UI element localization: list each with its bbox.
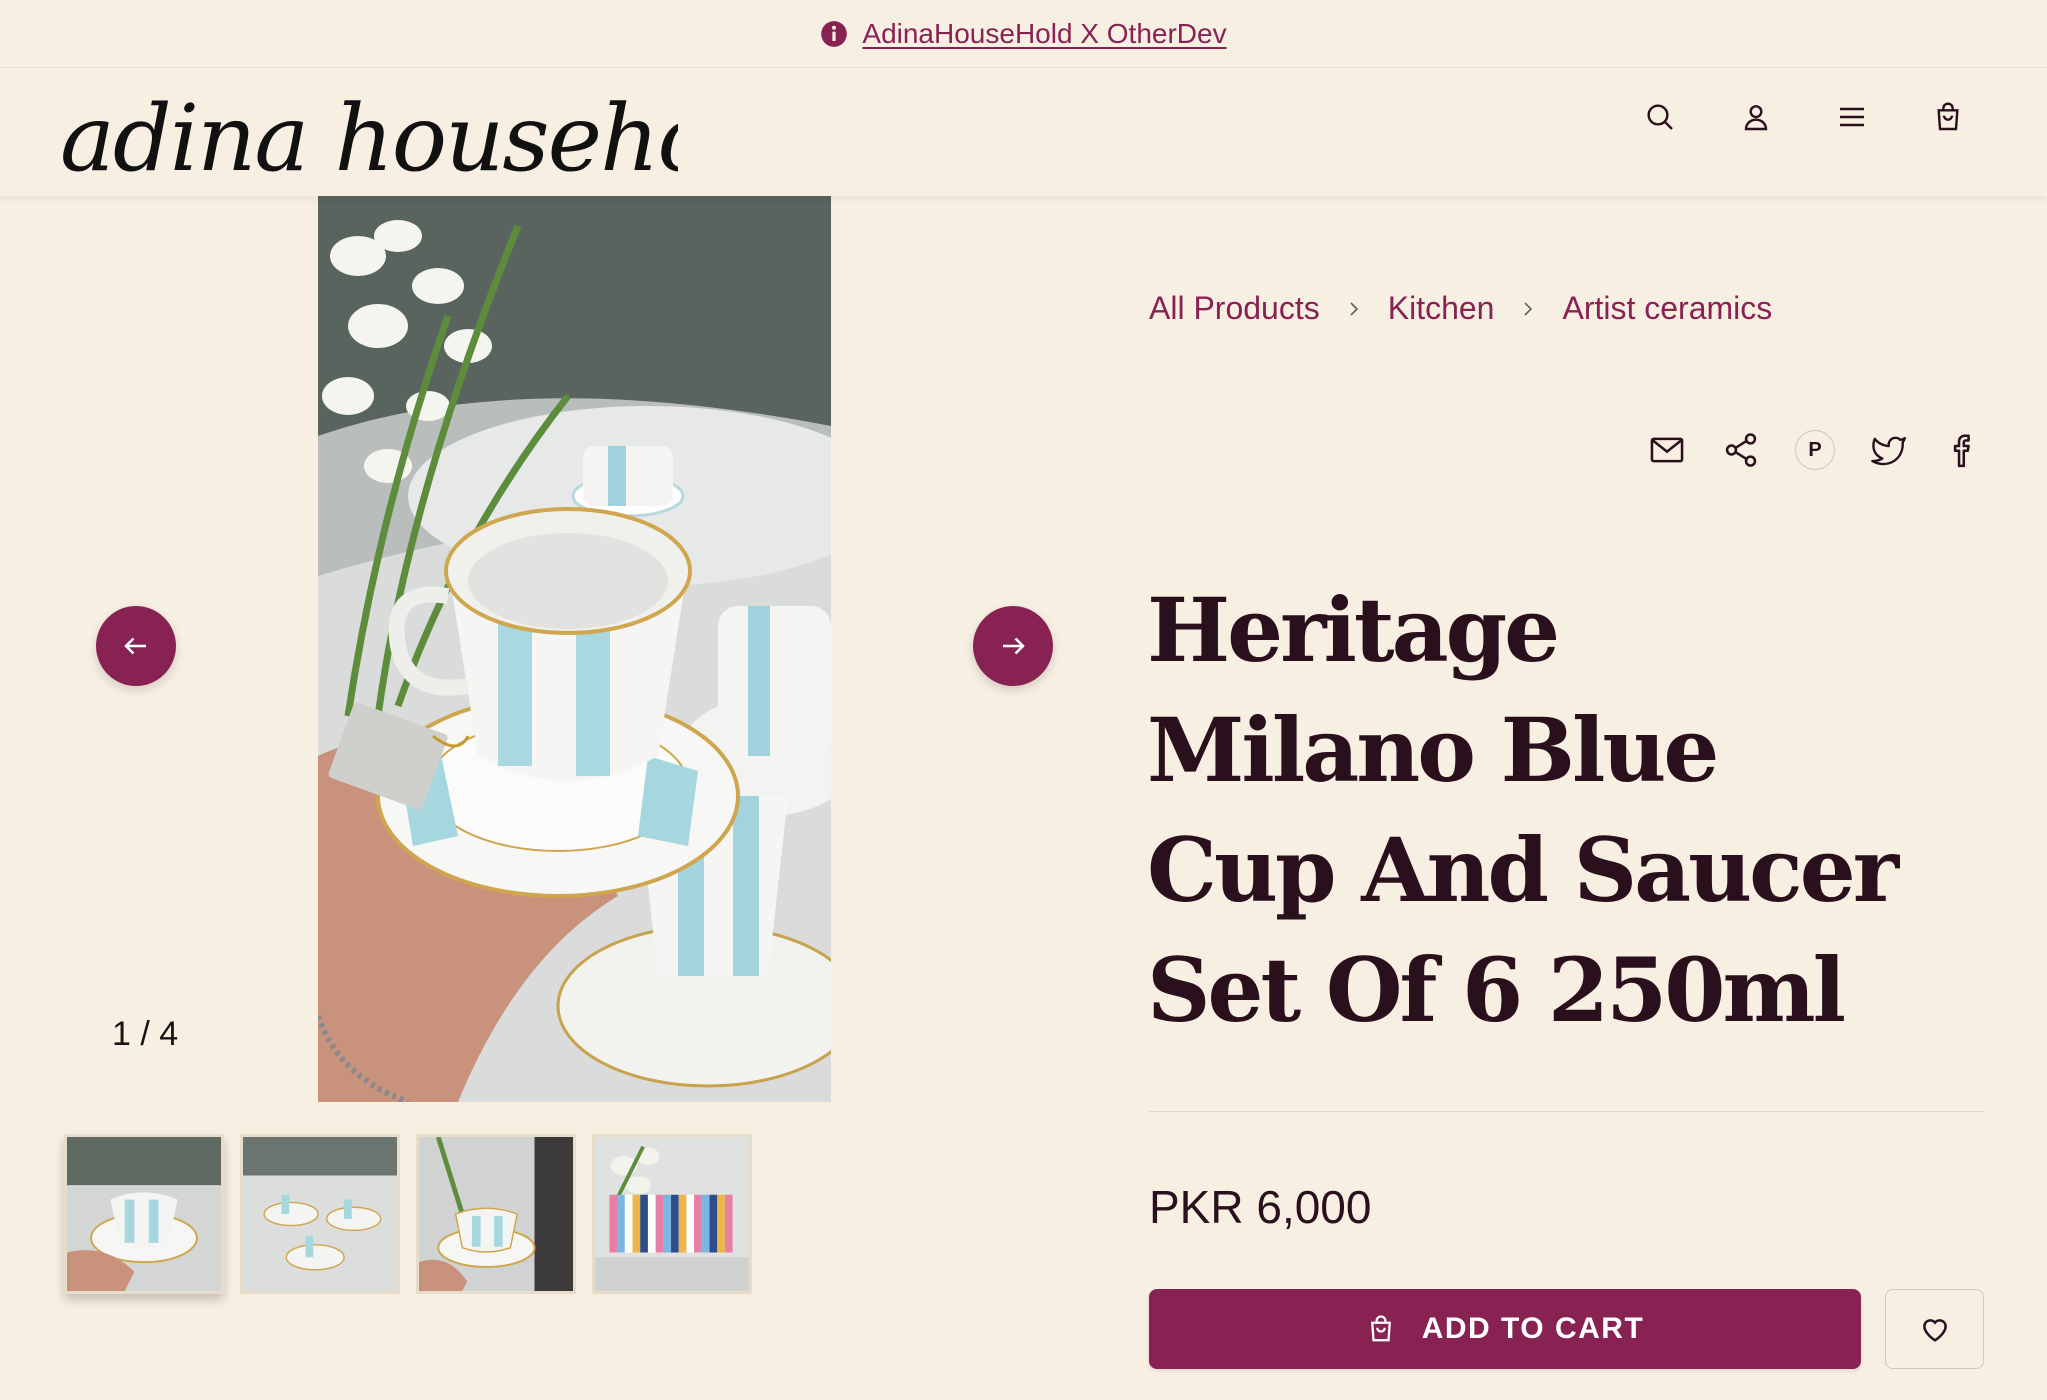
divider <box>1149 1111 1984 1112</box>
breadcrumb-artist-ceramics[interactable]: Artist ceramics <box>1562 290 1772 327</box>
thumbnail-strip <box>64 1134 752 1294</box>
product-title: Heritage Milano Blue Cup And Saucer Set … <box>1147 578 1899 1042</box>
logo-text: adina household <box>60 85 678 188</box>
email-icon[interactable] <box>1647 430 1687 470</box>
search-icon[interactable] <box>1641 98 1679 136</box>
thumbnail-4[interactable] <box>592 1134 752 1294</box>
cart-icon[interactable] <box>1929 98 1967 136</box>
product-photo <box>318 196 831 1102</box>
add-to-cart-button[interactable]: ADD TO CART <box>1149 1289 1861 1369</box>
account-icon[interactable] <box>1737 98 1775 136</box>
pinterest-letter: P <box>1795 430 1835 470</box>
share-icon[interactable] <box>1721 430 1761 470</box>
info-icon <box>820 20 848 48</box>
image-counter: 1 / 4 <box>112 1015 179 1053</box>
shopping-bag-icon <box>1366 1314 1396 1344</box>
share-icons: P <box>1647 430 1983 470</box>
breadcrumb-all-products[interactable]: All Products <box>1149 290 1320 327</box>
menu-icon[interactable] <box>1833 98 1871 136</box>
product-main-image[interactable] <box>318 196 831 1102</box>
breadcrumb: All Products Kitchen Artist ceramics <box>1149 290 1772 327</box>
pinterest-icon[interactable]: P <box>1795 430 1835 470</box>
chevron-right-icon <box>1346 301 1362 317</box>
thumbnail-1[interactable] <box>64 1134 224 1294</box>
next-image-button[interactable] <box>973 606 1053 686</box>
site-header: adina household <box>0 68 2047 196</box>
wishlist-button[interactable] <box>1885 1289 1984 1369</box>
twitter-icon[interactable] <box>1869 430 1909 470</box>
previous-image-button[interactable] <box>96 606 176 686</box>
header-icons <box>1641 98 1967 136</box>
announcement-link[interactable]: AdinaHouseHold X OtherDev <box>862 18 1226 50</box>
announcement-bar: AdinaHouseHold X OtherDev <box>0 0 2047 68</box>
add-to-cart-label: ADD TO CART <box>1421 1312 1645 1345</box>
thumbnail-2[interactable] <box>240 1134 400 1294</box>
product-price: PKR 6,000 <box>1149 1181 1372 1233</box>
chevron-right-icon <box>1520 301 1536 317</box>
brand-logo[interactable]: adina household <box>58 78 678 188</box>
thumbnail-3[interactable] <box>416 1134 576 1294</box>
heart-icon <box>1922 1319 1947 1342</box>
breadcrumb-kitchen[interactable]: Kitchen <box>1388 290 1495 327</box>
facebook-icon[interactable] <box>1943 430 1983 470</box>
